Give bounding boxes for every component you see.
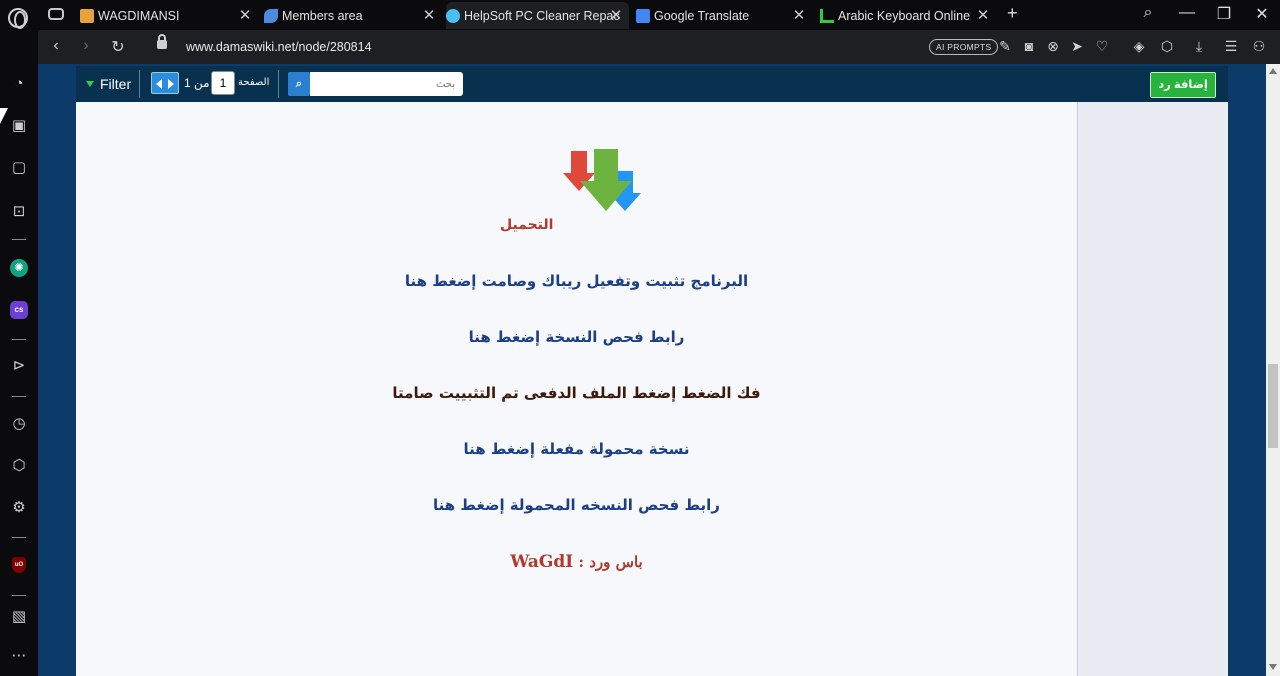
close-tab-icon[interactable]: ✕ [976,6,990,24]
lock-icon[interactable] [157,34,167,49]
caret-down-icon [86,81,94,87]
settings-icon[interactable]: ⚙ [9,498,29,518]
address-bar: ‹ › ↻ www.damaswiki.net/node/280814 AI P… [38,30,1280,64]
url-field[interactable]: www.damaswiki.net/node/280814 [186,40,372,54]
page-scrollbar[interactable] [1266,64,1280,676]
history-icon[interactable]: ◷ [9,414,29,434]
search-button[interactable]: ⌕ [288,72,310,96]
portable-version-link[interactable]: نسخة محمولة مفعلة إضغط هنا [76,440,1077,458]
tab-title: Members area [282,8,363,23]
cube-icon[interactable]: ⬡ [1158,38,1176,55]
post-body: التحميل البرنامج تثبيت وتفعيل ريباك وصام… [76,102,1077,676]
tab-favicon-icon [636,8,650,23]
password-line: باس ورد : WaGdI [76,552,1077,572]
camera-icon[interactable]: ◙ [1020,38,1038,54]
toolbar-divider [278,70,279,98]
tab-members-area[interactable]: Members area ✕ [264,2,442,29]
check-version-link[interactable]: رابط فحص النسخة إضغط هنا [76,328,1077,346]
more-icon[interactable]: ⋯ [9,646,29,666]
player-icon[interactable]: ⊳ [9,356,29,376]
prev-page-icon[interactable] [156,79,162,89]
easy-setup-icon[interactable]: ☰ [1222,38,1240,55]
search-input[interactable] [310,72,463,96]
post-sidebar [1077,102,1228,676]
send-icon[interactable]: ➤ [1068,38,1086,55]
new-tab-icon[interactable]: + [1007,3,1018,24]
close-tab-icon[interactable]: ✕ [609,6,623,24]
tab-title: Arabic Keyboard Online LE [838,8,970,23]
tab-strip: WAGDIMANSI ✕ Members area ✕ HelpSoft PC … [0,0,1280,30]
sidebar-divider [12,537,26,538]
close-tab-icon[interactable]: ✕ [422,6,436,24]
heart-icon[interactable]: ♡ [1093,38,1111,55]
tab-favicon-icon [820,8,834,23]
gallery-icon[interactable]: ▧ [9,607,29,627]
speed-dial-icon[interactable]: ◔ [9,74,29,94]
shopping-icon[interactable]: ▣ [9,116,29,136]
reload-icon[interactable]: ↻ [108,37,128,57]
profile-icon[interactable]: ⚇ [1250,38,1268,55]
download-arrows-icon [563,149,641,211]
extensions-cube-icon[interactable]: ⬡ [9,456,29,476]
close-tab-icon[interactable]: ✕ [238,6,252,24]
toolbar-divider [139,70,140,98]
page-total: 1 من [184,76,210,90]
forward-icon[interactable]: › [76,37,96,55]
password-label: باس ورد : [578,553,643,571]
page-nav-arrows[interactable] [151,72,179,94]
download-icon[interactable]: ⤓ [1190,38,1208,55]
opera-logo-icon[interactable] [8,8,28,29]
edit-icon[interactable]: ✎ [996,38,1014,55]
scrollbar-thumb[interactable] [1268,364,1278,448]
restore-icon[interactable]: ❐ [1214,4,1234,24]
tab-title: HelpSoft PC Cleaner Repac [464,8,620,23]
gamepad-icon[interactable] [48,8,64,20]
sidebar-divider [12,339,26,340]
filter-button[interactable]: Filter [86,76,131,92]
filter-label: Filter [100,76,132,92]
extract-instructions: فك الضغط إضغط الملف الدفعى تم التثبييت ص… [392,384,761,402]
page-number-input[interactable]: 1 [211,71,235,95]
ublock-icon[interactable]: uO [12,557,26,573]
install-link[interactable]: البرنامج تثبيت وتفعيل ريباك وصامت إضغط ه… [76,272,1077,290]
tab-title: Google Translate [654,8,750,23]
tab-favicon-icon [446,8,460,23]
tab-arabic-keyboard[interactable]: Arabic Keyboard Online LE ✕ [820,2,996,29]
close-tab-icon[interactable]: ✕ [792,6,806,24]
thread-toolbar: Filter 1 من 1 الصفحة ⌕ إضافة رد [76,66,1228,102]
sidebar: ◔ ▣ ▢ ⊡ ✺ cs ⊳ ◷ ⬡ ⚙ uO ▧ ⋯ [0,30,38,676]
sidebar-divider [12,595,26,596]
back-icon[interactable]: ‹ [46,37,66,55]
add-reply-button[interactable]: إضافة رد [1150,72,1216,98]
check-portable-link[interactable]: رابط فحص النسخه المحمولة إضغط هنا [76,496,1077,514]
password-value: WaGdI [510,552,574,572]
next-page-icon[interactable] [168,79,174,89]
tab-title: WAGDIMANSI [98,8,180,23]
block-icon[interactable]: ⊗ [1044,38,1062,55]
ai-prompts-button[interactable]: AI PROMPTS [929,39,999,55]
tab-google-translate[interactable]: Google Translate ✕ [636,2,812,29]
close-window-icon[interactable]: ✕ [1252,4,1272,24]
sidebar-divider [12,239,26,240]
extension-icon[interactable]: ◈ [1130,38,1148,55]
tab-favicon-icon [80,8,94,23]
page-label: الصفحة [238,77,270,88]
twitch-icon[interactable]: ▢ [9,158,29,178]
browser-window: WAGDIMANSI ✕ Members area ✕ HelpSoft PC … [0,0,1280,676]
minimize-icon[interactable]: — [1177,4,1197,22]
ai-icon[interactable]: ⊡ [9,202,29,222]
sidebar-divider [12,396,26,397]
search-tabs-icon[interactable]: ⌕ [1138,4,1158,22]
scroll-up-icon[interactable] [1269,68,1277,74]
web-content: Filter 1 من 1 الصفحة ⌕ إضافة رد التحميل … [38,64,1266,676]
tab-helpsoft[interactable]: HelpSoft PC Cleaner Repac ✕ [446,2,629,29]
download-label[interactable]: التحميل [500,216,553,233]
mouse-cursor-icon [0,108,8,124]
chatsonic-icon[interactable]: cs [10,301,28,319]
tab-favicon-icon [264,8,278,23]
tab-wagdimansi[interactable]: WAGDIMANSI ✕ [80,2,258,29]
chatgpt-icon[interactable]: ✺ [10,259,28,277]
scroll-down-icon[interactable] [1269,664,1277,670]
